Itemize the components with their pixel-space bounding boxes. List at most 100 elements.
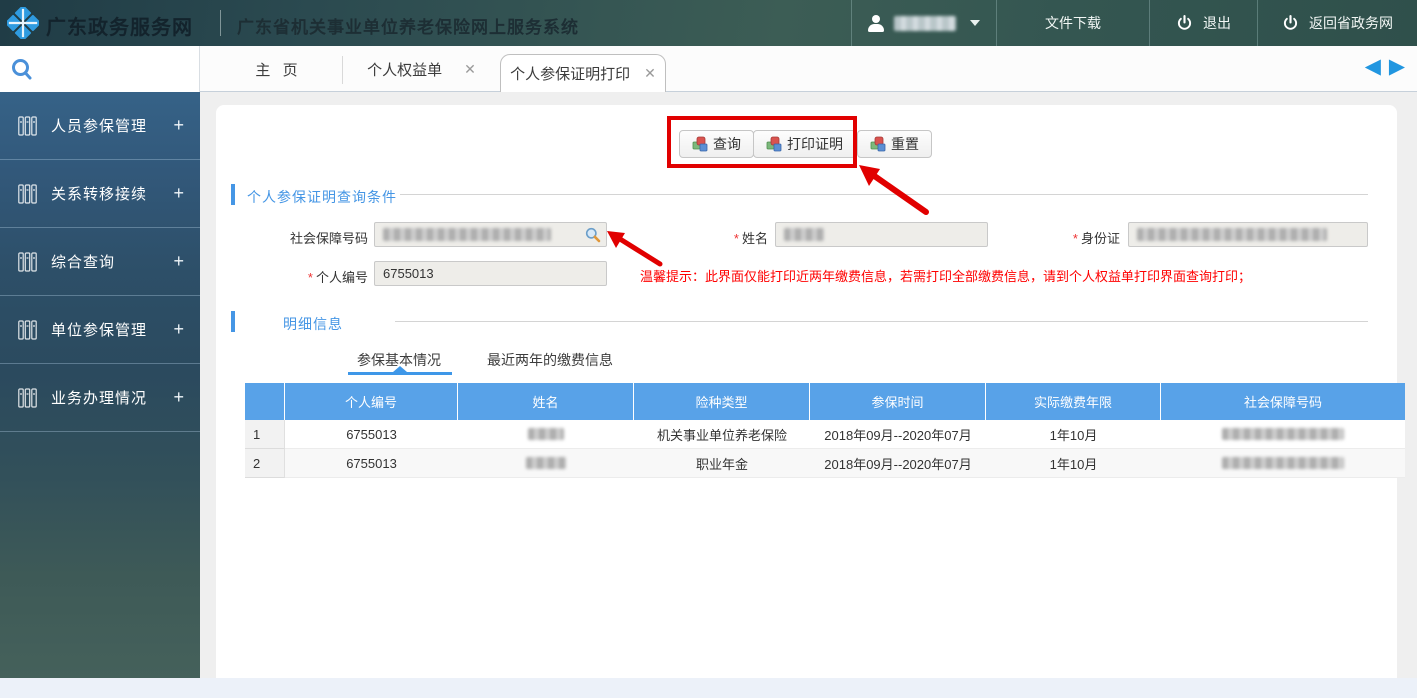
cell-paid-years: 1年10月 bbox=[986, 420, 1161, 449]
lookup-magnifier-icon[interactable] bbox=[585, 227, 601, 243]
table-header-paid-years: 实际缴费年限 bbox=[986, 383, 1161, 420]
tab-scroll-right-icon[interactable]: ▶ bbox=[1389, 56, 1405, 78]
table-header-row: 个人编号 姓名 险种类型 参保时间 实际缴费年限 社会保障号码 bbox=[245, 383, 1405, 420]
archive-icon bbox=[18, 320, 37, 340]
personal-no-input[interactable]: 6755013 bbox=[374, 261, 607, 286]
sidebar-item-label: 综合查询 bbox=[51, 251, 115, 272]
sidebar-item-label: 业务办理情况 bbox=[51, 387, 147, 408]
cell-paid-years: 1年10月 bbox=[986, 449, 1161, 478]
search-icon bbox=[10, 57, 34, 81]
brand-title: 广东政务服务网 bbox=[46, 11, 193, 40]
cubes-icon bbox=[692, 136, 708, 152]
idcard-label: *身份证 bbox=[1010, 228, 1120, 247]
expand-icon[interactable]: + bbox=[173, 183, 184, 204]
tab-scroll-left-icon[interactable]: ◀ bbox=[1365, 56, 1381, 78]
archive-icon bbox=[18, 252, 37, 272]
print-button-label: 打印证明 bbox=[787, 134, 843, 154]
table-header-index bbox=[245, 383, 285, 420]
tab-recent-payments[interactable]: 最近两年的缴费信息 bbox=[487, 350, 613, 370]
cell-period: 2018年09月--2020年07月 bbox=[810, 420, 986, 449]
sidebar-item-label: 人员参保管理 bbox=[51, 115, 147, 136]
active-tab-underline bbox=[348, 372, 452, 375]
query-button-label: 查询 bbox=[713, 134, 741, 154]
power-icon bbox=[1176, 15, 1193, 32]
cubes-icon bbox=[766, 136, 782, 152]
insurance-table: 个人编号 姓名 险种类型 参保时间 实际缴费年限 社会保障号码 1 675501… bbox=[245, 383, 1405, 478]
table-header-period: 参保时间 bbox=[810, 383, 986, 420]
row-number: 2 bbox=[245, 449, 285, 478]
table-row[interactable]: 1 6755013 机关事业单位养老保险 2018年09月--2020年07月 … bbox=[245, 420, 1405, 449]
row-number: 1 bbox=[245, 420, 285, 449]
ssn-input[interactable] bbox=[374, 222, 607, 247]
sidebar-item-label: 单位参保管理 bbox=[51, 319, 147, 340]
detail-section-title: 明细信息 bbox=[283, 314, 343, 334]
logout-button[interactable]: 退出 bbox=[1149, 0, 1257, 46]
file-download-button[interactable]: 文件下载 bbox=[996, 0, 1149, 46]
query-button[interactable]: 查询 bbox=[679, 130, 754, 158]
tab-insurance-certificate-print[interactable]: 个人参保证明打印 ✕ bbox=[500, 54, 666, 92]
page-title: 广东省机关事业单位养老保险网上服务系统 bbox=[237, 13, 579, 38]
footer-strip bbox=[0, 678, 1417, 698]
header-divider bbox=[220, 10, 221, 36]
cell-personal-no: 6755013 bbox=[285, 420, 458, 449]
tab-home[interactable]: 主 页 bbox=[215, 46, 342, 92]
idcard-input[interactable] bbox=[1128, 222, 1368, 247]
header-menu: 文件下载 退出 返回省政务网 bbox=[851, 0, 1417, 46]
logout-label: 退出 bbox=[1203, 13, 1231, 33]
close-icon[interactable]: ✕ bbox=[464, 61, 476, 78]
sidebar-item-business-status[interactable]: 业务办理情况 + bbox=[0, 364, 200, 432]
reset-button[interactable]: 重置 bbox=[857, 130, 932, 158]
app-header: 广东政务服务网 广东省机关事业单位养老保险网上服务系统 文件下载 退出 bbox=[0, 0, 1417, 46]
cell-name-masked bbox=[458, 420, 634, 449]
expand-icon[interactable]: + bbox=[173, 251, 184, 272]
section-line bbox=[400, 194, 1368, 195]
active-tab-caret bbox=[393, 366, 407, 372]
expand-icon[interactable]: + bbox=[173, 319, 184, 340]
tab-scroll-arrows: ◀ ▶ bbox=[1365, 56, 1405, 78]
sidebar-item-comprehensive-query[interactable]: 综合查询 + bbox=[0, 228, 200, 296]
sidebar-menu: 人员参保管理 + 关系转移接续 + bbox=[0, 92, 200, 432]
table-header-personal-no: 个人编号 bbox=[285, 383, 458, 420]
tab-home-label: 主 页 bbox=[255, 59, 301, 80]
print-certificate-button[interactable]: 打印证明 bbox=[753, 130, 856, 158]
personal-no-label: *个人编号 bbox=[238, 267, 368, 286]
expand-icon[interactable]: + bbox=[173, 387, 184, 408]
cell-period: 2018年09月--2020年07月 bbox=[810, 449, 986, 478]
back-to-portal-button[interactable]: 返回省政务网 bbox=[1257, 0, 1417, 46]
cell-name-masked bbox=[458, 449, 634, 478]
name-label: *姓名 bbox=[660, 228, 768, 247]
archive-icon bbox=[18, 388, 37, 408]
sidebar-search-input[interactable] bbox=[0, 46, 200, 92]
section-accent-bar bbox=[231, 184, 235, 205]
sidebar-item-relation-transfer[interactable]: 关系转移接续 + bbox=[0, 160, 200, 228]
sidebar: 人员参保管理 + 关系转移接续 + bbox=[0, 46, 200, 678]
name-input[interactable] bbox=[775, 222, 988, 247]
tab-bar-border bbox=[200, 91, 1417, 92]
back-to-portal-label: 返回省政务网 bbox=[1309, 13, 1393, 33]
tab-personal-rights[interactable]: 个人权益单 ✕ bbox=[343, 46, 500, 92]
warm-hint-text: 温馨提示：此界面仅能打印近两年缴费信息，若需打印全部缴费信息，请到个人权益单打印… bbox=[640, 266, 1251, 285]
page-root: 广东政务服务网 广东省机关事业单位养老保险网上服务系统 文件下载 退出 bbox=[0, 0, 1417, 698]
tab-rights-label: 个人权益单 bbox=[367, 59, 442, 80]
power-icon bbox=[1282, 15, 1299, 32]
user-name-masked bbox=[894, 16, 956, 31]
tab-bar: 主 页 个人权益单 ✕ 个人参保证明打印 ✕ bbox=[200, 46, 1417, 92]
section-line bbox=[395, 321, 1368, 322]
table-row[interactable]: 2 6755013 职业年金 2018年09月--2020年07月 1年10月 bbox=[245, 449, 1405, 478]
query-section-title: 个人参保证明查询条件 bbox=[247, 187, 397, 207]
personal-no-value: 6755013 bbox=[383, 266, 434, 281]
sidebar-item-personnel-insurance[interactable]: 人员参保管理 + bbox=[0, 92, 200, 160]
cubes-icon bbox=[870, 136, 886, 152]
sidebar-item-label: 关系转移接续 bbox=[51, 183, 147, 204]
sidebar-item-unit-insurance[interactable]: 单位参保管理 + bbox=[0, 296, 200, 364]
close-icon[interactable]: ✕ bbox=[644, 65, 656, 82]
ssn-value-masked bbox=[383, 228, 551, 241]
expand-icon[interactable]: + bbox=[173, 115, 184, 136]
chevron-down-icon bbox=[970, 20, 980, 26]
archive-icon bbox=[18, 184, 37, 204]
user-menu[interactable] bbox=[851, 0, 996, 46]
cell-personal-no: 6755013 bbox=[285, 449, 458, 478]
ssn-label: 社会保障号码 bbox=[238, 228, 368, 247]
table-header-insurance-type: 险种类型 bbox=[634, 383, 810, 420]
table-header-name: 姓名 bbox=[458, 383, 634, 420]
